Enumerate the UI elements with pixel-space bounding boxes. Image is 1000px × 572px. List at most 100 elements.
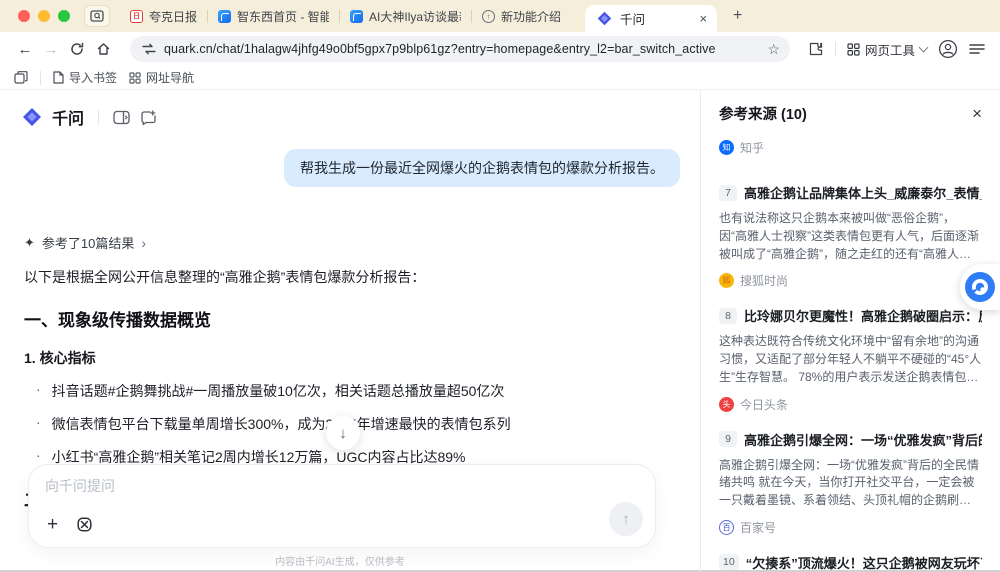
- import-bookmarks-icon: [53, 71, 64, 84]
- window-controls: [18, 10, 70, 22]
- back-icon: ←: [17, 40, 33, 58]
- url-text: quark.cn/chat/1halagw4jhfg49o0bf5gpx7p9b…: [164, 42, 716, 56]
- collections-icon[interactable]: [14, 71, 28, 84]
- sidebar-toggle-button[interactable]: [113, 110, 130, 125]
- reference-note[interactable]: ✦ 参考了10篇结果 ›: [24, 233, 676, 252]
- chat-input[interactable]: [45, 478, 580, 494]
- toutiao-icon: 头: [719, 396, 734, 412]
- close-tab-icon[interactable]: ×: [699, 12, 707, 25]
- sparkle-icon: ✦: [24, 234, 35, 250]
- tab-search-button[interactable]: [84, 5, 110, 27]
- site-nav-label: 网址导航: [146, 71, 195, 85]
- source-title[interactable]: 比玲娜贝尔更魔性！高雅企鹅破圈启示：反差感才…: [744, 306, 982, 325]
- source-title[interactable]: 高雅企鹅引爆全网：一场“优雅发疯”背后的全民情…: [744, 430, 982, 449]
- address-bar: ← → quark.cn/chat/1halagw4jhfg49o0bf5gpx…: [0, 32, 1000, 66]
- source-site-row[interactable]: 知 知乎: [719, 139, 982, 156]
- new-tab-button[interactable]: +: [733, 7, 742, 25]
- list-item-text: 微信表情包平台下载量单周增长300%，成为2025年增速最快的表情包系列: [51, 416, 511, 432]
- bookmarks-divider: [40, 70, 41, 85]
- update-favicon-icon: ↑: [482, 9, 496, 23]
- bullet-icon: ·: [36, 447, 41, 463]
- user-message-bubble: 帮我生成一份最近全网爆火的企鹅表情包的爆款分析报告。: [284, 149, 680, 187]
- minimize-window-button[interactable]: [38, 10, 50, 22]
- source-site-name: 知乎: [740, 141, 765, 155]
- forward-icon: →: [43, 40, 59, 58]
- tab-label: 千问: [620, 13, 646, 27]
- tab-ilya-interview[interactable]: AI大神Ilya访谈最新论: [340, 0, 471, 32]
- list-item-text: 抖音话题#企鹅舞挑战#一周播放量破10亿次，相关话题总播放量超50亿次: [51, 383, 505, 399]
- source-rank-badge: 7: [719, 184, 737, 201]
- attach-button[interactable]: +: [47, 515, 58, 534]
- tab-label: 夸克日报: [149, 9, 198, 24]
- site-nav-grid-icon: [129, 71, 141, 84]
- article-favicon-icon: [350, 9, 364, 23]
- quark-assistant-button[interactable]: [960, 264, 1000, 310]
- source-rank-badge: 8: [719, 307, 737, 324]
- source-title[interactable]: 高雅企鹅让品牌集体上头_威廉泰尔_表情_视频: [744, 183, 982, 202]
- site-nav-button[interactable]: 网址导航: [129, 69, 194, 86]
- source-item[interactable]: 10 “欠揍系”顶流爆火！这只企鹅被网友玩坏了…… - … 通过一只虚拟的企鹅来…: [719, 553, 982, 572]
- chat-input-box[interactable]: + ↑: [28, 464, 656, 548]
- sources-panel: 参考来源 (10) × 知 知乎 7 高雅企鹅让品牌集体上头_威廉泰尔_表情_视…: [700, 90, 1000, 572]
- sidebar-toggle-icon: [113, 110, 130, 124]
- source-item[interactable]: 9 高雅企鹅引爆全网：一场“优雅发疯”背后的全民情… 高雅企鹅引爆全网：一场“优…: [719, 430, 982, 536]
- qianwen-logo-icon: [597, 11, 612, 26]
- zhihu-icon: 知: [719, 140, 734, 155]
- site-info-icon[interactable]: [142, 43, 156, 55]
- section-heading: 一、现象级传播数据概览: [24, 311, 211, 330]
- source-rank-badge: 10: [719, 554, 739, 571]
- menu-icon[interactable]: [969, 43, 985, 55]
- scroll-to-bottom-button[interactable]: ↓: [326, 416, 360, 450]
- new-chat-button[interactable]: [140, 109, 157, 125]
- tab-search-icon: [90, 10, 104, 22]
- bookmarks-bar: 导入书签 网址导航: [0, 66, 1000, 90]
- baijiahao-icon: 百: [719, 519, 734, 535]
- bullet-icon: ·: [36, 414, 41, 430]
- source-site-row[interactable]: 百 百家号: [719, 519, 982, 536]
- url-field[interactable]: quark.cn/chat/1halagw4jhfg49o0bf5gpx7p9b…: [130, 36, 790, 62]
- source-item[interactable]: 8 比玲娜贝尔更魔性！高雅企鹅破圈启示：反差感才… 这种表达既符合传统文化环境中…: [719, 306, 982, 412]
- skills-icon[interactable]: [76, 516, 93, 533]
- tab-bar: 日 夸克日报 智东西首页 - 智能产业 AI大神Ilya访谈最新论 ↑ 新功能介…: [0, 0, 1000, 32]
- page-content: 千问 帮我生成一份最近全网爆火的企鹅表情包的爆款分析报告。 ✦ 参考了10篇结果…: [0, 90, 1000, 572]
- new-chat-icon: [141, 109, 156, 125]
- chat-header: 千问: [0, 90, 700, 135]
- browser-window: 日 夸克日报 智东西首页 - 智能产业 AI大神Ilya访谈最新论 ↑ 新功能介…: [0, 0, 1000, 572]
- zoom-window-button[interactable]: [58, 10, 70, 22]
- source-title[interactable]: “欠揍系”顶流爆火！这只企鹅被网友玩坏了…… - …: [746, 553, 982, 572]
- source-snippet: 高雅企鹅引爆全网：一场“优雅发疯”背后的全民情绪共鸣 就在今天，当你打开社交平台…: [719, 457, 979, 508]
- avatar[interactable]: [938, 39, 958, 59]
- source-item[interactable]: 7 高雅企鹅让品牌集体上头_威廉泰尔_表情_视频 也有说法称这只企鹅本来被叫做“…: [719, 183, 982, 289]
- arrow-down-icon: ↓: [339, 424, 347, 442]
- source-site-row[interactable]: 头 今日头条: [719, 396, 982, 413]
- close-icon[interactable]: ×: [972, 105, 982, 122]
- extensions-icon[interactable]: [808, 41, 824, 57]
- tab-quark-daily[interactable]: 日 夸克日报: [120, 0, 207, 32]
- reference-note-label: 参考了10篇结果: [41, 236, 135, 251]
- sources-header: 参考来源 (10) ×: [719, 103, 982, 124]
- home-button[interactable]: [90, 36, 116, 62]
- send-button[interactable]: ↑: [609, 502, 643, 536]
- quark-daily-favicon-icon: 日: [130, 9, 143, 23]
- web-tools-menu[interactable]: 网页工具: [847, 40, 929, 59]
- tab-qianwen-active[interactable]: 千问 ×: [585, 5, 718, 32]
- forward-button[interactable]: →: [38, 36, 64, 62]
- source-site-row[interactable]: 狐 搜狐时尚: [719, 272, 982, 289]
- qianwen-logo-icon: [23, 108, 41, 126]
- close-window-button[interactable]: [18, 10, 30, 22]
- back-button[interactable]: ←: [12, 36, 38, 62]
- app-title: 千问: [52, 111, 85, 128]
- chevron-down-icon: [918, 42, 929, 53]
- web-tools-label: 网页工具: [865, 43, 916, 58]
- arrow-up-icon: ↑: [622, 510, 630, 528]
- source-site-name: 百家号: [740, 520, 777, 535]
- tab-zhidx[interactable]: 智东西首页 - 智能产业: [208, 0, 339, 32]
- refresh-button[interactable]: [64, 36, 90, 62]
- tab-new-features[interactable]: ↑ 新功能介绍: [472, 0, 571, 32]
- import-bookmarks-button[interactable]: 导入书签: [53, 69, 117, 86]
- bookmark-star-icon[interactable]: ☆: [767, 41, 780, 58]
- grid-icon: [847, 42, 860, 56]
- bullet-icon: ·: [36, 381, 41, 397]
- sohu-icon: 狐: [719, 273, 734, 289]
- sources-title: 参考来源 (10): [719, 107, 807, 123]
